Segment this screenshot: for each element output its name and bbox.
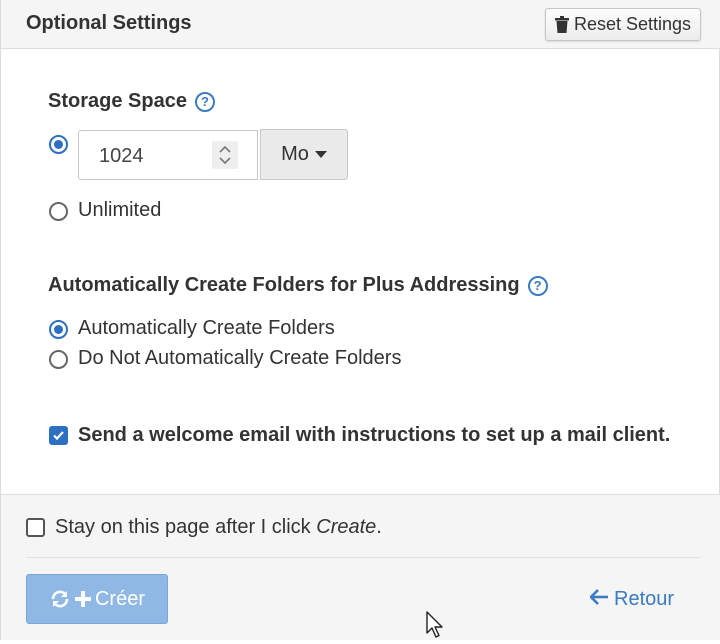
plus-icon bbox=[74, 591, 91, 607]
storage-space-label: Storage Space bbox=[48, 90, 187, 112]
panel-header: Optional Settings Reset Settings bbox=[1, 0, 720, 49]
stepper-up-icon bbox=[219, 145, 231, 153]
reset-settings-button[interactable]: Reset Settings bbox=[545, 8, 701, 41]
storage-unlimited-label: Unlimited bbox=[78, 199, 162, 221]
checkmark-icon bbox=[53, 431, 64, 441]
arrow-left-icon bbox=[589, 588, 608, 611]
welcome-email-label: Send a welcome email with instructions t… bbox=[78, 424, 671, 446]
reset-settings-label: Reset Settings bbox=[573, 14, 692, 34]
optional-settings-panel: Optional Settings Reset Settings Storage… bbox=[0, 0, 720, 640]
storage-unit-label: Mo bbox=[281, 143, 309, 165]
welcome-email-checkbox[interactable] bbox=[49, 426, 68, 445]
auto-create-folders-radio[interactable] bbox=[49, 320, 68, 339]
back-link[interactable]: Retour bbox=[589, 588, 675, 611]
stepper-down-icon bbox=[219, 157, 231, 165]
stay-on-page-label: Stay on this page after I click Create. bbox=[55, 516, 382, 539]
no-auto-create-folders-radio[interactable] bbox=[49, 350, 68, 369]
storage-quantity-value: 1024 bbox=[99, 145, 144, 167]
refresh-icon bbox=[49, 588, 71, 610]
storage-unit-dropdown[interactable]: Mo bbox=[260, 129, 348, 180]
create-button-label: Créer bbox=[94, 587, 145, 610]
chevron-down-icon bbox=[314, 151, 327, 158]
mouse-cursor-icon bbox=[426, 611, 446, 644]
stay-on-page-emphasis: Create bbox=[316, 516, 377, 538]
plus-addressing-heading: Automatically Create Folders for Plus Ad… bbox=[48, 274, 548, 297]
storage-space-heading: Storage Space ? bbox=[48, 90, 215, 113]
quantity-stepper[interactable] bbox=[212, 141, 238, 169]
auto-create-folders-label: Automatically Create Folders bbox=[78, 317, 335, 339]
help-circle-icon[interactable]: ? bbox=[194, 91, 215, 112]
stay-on-page-text: Stay on this page after I click bbox=[55, 516, 317, 538]
plus-addressing-label: Automatically Create Folders for Plus Ad… bbox=[48, 274, 520, 296]
no-auto-create-folders-label: Do Not Automatically Create Folders bbox=[78, 347, 402, 369]
help-circle-icon[interactable]: ? bbox=[527, 275, 548, 296]
stay-on-page-suffix: . bbox=[376, 516, 382, 538]
panel-title: Optional Settings bbox=[26, 12, 192, 34]
stay-on-page-checkbox[interactable] bbox=[26, 518, 45, 537]
storage-quantity-input[interactable]: 1024 bbox=[78, 130, 258, 180]
storage-unlimited-radio[interactable] bbox=[49, 202, 68, 221]
back-link-label: Retour bbox=[614, 588, 675, 610]
footer-divider bbox=[26, 557, 701, 558]
create-button[interactable]: Créer bbox=[26, 574, 168, 624]
storage-custom-radio[interactable] bbox=[49, 135, 68, 154]
trash-icon bbox=[554, 16, 569, 33]
